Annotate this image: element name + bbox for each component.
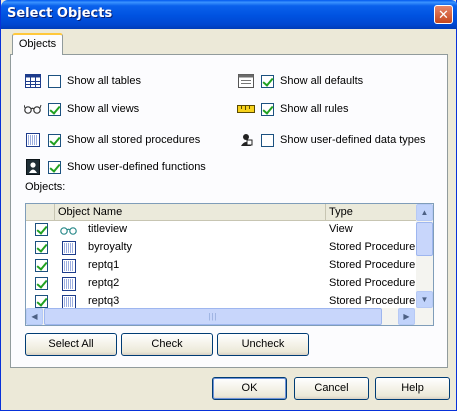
ruler-icon <box>237 101 255 117</box>
option-label: Show user-defined data types <box>280 134 426 146</box>
glasses-icon <box>60 222 78 238</box>
objects-label: Objects: <box>25 181 66 193</box>
scroll-left-button[interactable]: ◀ <box>26 308 43 325</box>
show-all-stored-procedures-checkbox[interactable] <box>48 133 61 147</box>
scroll-right-button[interactable]: ▶ <box>398 308 415 325</box>
option-show-all-tables[interactable]: Show all tables <box>24 72 141 90</box>
option-show-all-views[interactable]: Show all views <box>24 100 139 118</box>
vertical-scrollbar[interactable]: ▲ ▼ <box>416 204 433 308</box>
header-checkbox-column[interactable] <box>26 204 55 221</box>
help-button[interactable]: Help <box>375 377 450 400</box>
row-checkbox[interactable] <box>35 223 48 236</box>
option-label: Show all tables <box>67 75 141 87</box>
option-show-all-defaults[interactable]: Show all defaults <box>237 72 363 90</box>
show-all-defaults-checkbox[interactable] <box>261 74 274 88</box>
row-checkbox[interactable] <box>35 241 48 254</box>
option-label: Show all defaults <box>280 75 364 87</box>
select-all-button[interactable]: Select All <box>25 333 117 356</box>
row-checkbox[interactable] <box>35 259 48 272</box>
option-label: Show all views <box>67 103 140 115</box>
show-all-views-checkbox[interactable] <box>48 102 61 116</box>
table-row[interactable]: reptq2 Stored Procedure <box>26 275 417 293</box>
row-checkbox[interactable] <box>35 295 48 308</box>
show-all-tables-checkbox[interactable] <box>48 74 61 88</box>
show-all-rules-checkbox[interactable] <box>261 102 274 116</box>
option-show-all-stored-procedures[interactable]: Show all stored procedures <box>24 131 200 149</box>
uncheck-button[interactable]: Uncheck <box>217 333 309 356</box>
glasses-icon <box>24 101 42 117</box>
vertical-scroll-thumb[interactable] <box>416 222 433 256</box>
stored-procedure-icon <box>24 132 42 148</box>
show-user-defined-data-types-checkbox[interactable] <box>261 133 274 147</box>
udt-icon <box>237 132 255 148</box>
option-show-user-defined-data-types[interactable]: Show user-defined data types <box>237 131 426 149</box>
cancel-button[interactable]: Cancel <box>294 377 369 400</box>
table-icon <box>24 73 42 89</box>
default-icon <box>237 73 255 89</box>
show-user-defined-functions-checkbox[interactable] <box>48 160 61 174</box>
close-button[interactable]: ✕ <box>434 5 453 24</box>
header-object-name[interactable]: Object Name <box>55 204 326 221</box>
row-type: Stored Procedure <box>329 277 416 289</box>
window-title: Select Objects <box>7 6 113 21</box>
stored-procedure-icon <box>60 258 78 274</box>
row-checkbox[interactable] <box>35 277 48 290</box>
table-row[interactable]: titleview View <box>26 221 417 239</box>
header-type[interactable]: Type <box>326 204 417 221</box>
objects-grid[interactable]: Object Name Type titleview View byroyalt… <box>25 203 434 326</box>
row-object-name: reptq2 <box>88 277 120 289</box>
row-object-name: reptq3 <box>88 295 120 307</box>
scroll-up-button[interactable]: ▲ <box>416 204 433 221</box>
select-objects-dialog: Select Objects ✕ Objects Show all tables… <box>0 0 457 411</box>
title-bar[interactable]: Select Objects ✕ <box>1 0 457 29</box>
option-label: Show all stored procedures <box>67 134 201 146</box>
horizontal-scroll-thumb[interactable]: ||| <box>44 308 382 325</box>
row-type: Stored Procedure <box>329 295 416 307</box>
horizontal-scrollbar[interactable]: ◀ ||| ▶ <box>26 308 433 325</box>
row-object-name: byroyalty <box>88 241 133 253</box>
option-label: Show user-defined functions <box>67 161 206 173</box>
row-type: Stored Procedure <box>329 241 416 253</box>
row-type: Stored Procedure <box>329 259 416 271</box>
stored-procedure-icon <box>60 276 78 292</box>
grid-header: Object Name Type <box>26 204 417 221</box>
check-button[interactable]: Check <box>121 333 213 356</box>
function-icon <box>24 159 42 175</box>
stored-procedure-icon <box>60 240 78 256</box>
row-object-name: reptq1 <box>88 259 120 271</box>
ok-button[interactable]: OK <box>212 377 287 400</box>
option-show-user-defined-functions[interactable]: Show user-defined functions <box>24 158 206 176</box>
row-type: View <box>329 223 353 235</box>
table-row[interactable]: reptq1 Stored Procedure <box>26 257 417 275</box>
option-label: Show all rules <box>280 103 349 115</box>
tab-objects[interactable]: Objects <box>12 33 63 55</box>
scroll-down-button[interactable]: ▼ <box>416 291 433 308</box>
option-show-all-rules[interactable]: Show all rules <box>237 100 348 118</box>
row-object-name: titleview <box>88 223 128 235</box>
table-row[interactable]: byroyalty Stored Procedure <box>26 239 417 257</box>
